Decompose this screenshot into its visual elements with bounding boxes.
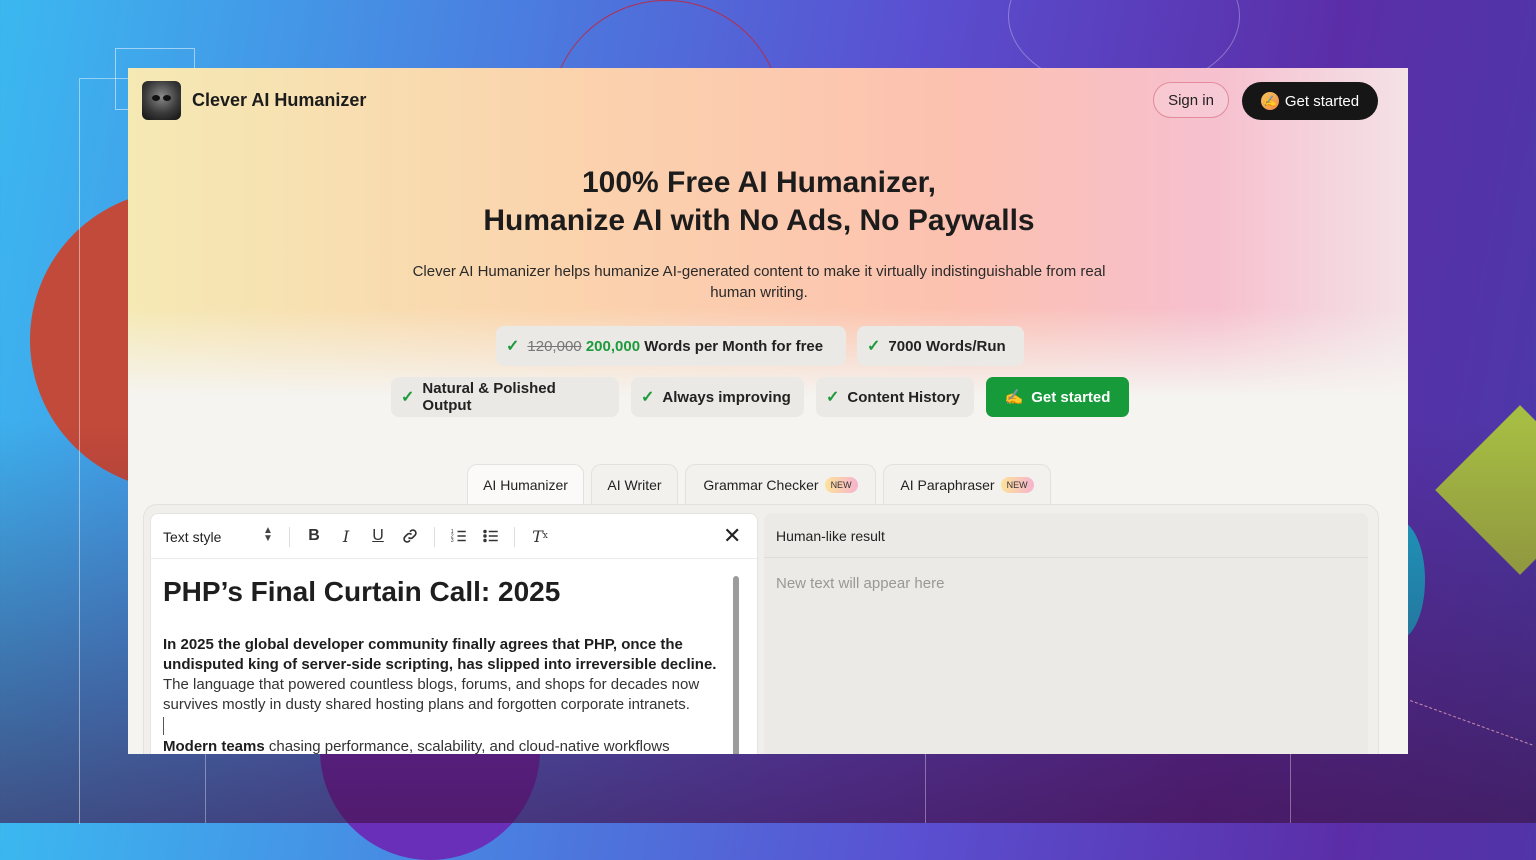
document-paragraph: In 2025 the global developer community f… xyxy=(163,635,723,754)
document-title: PHP’s Final Curtain Call: 2025 xyxy=(163,576,561,607)
bullet-list-icon[interactable] xyxy=(480,525,502,547)
editor-document[interactable]: PHP’s Final Curtain Call: 2025 In 2025 t… xyxy=(163,576,723,754)
check-icon: ✓ xyxy=(867,338,881,355)
underline-icon[interactable]: U xyxy=(367,525,389,547)
tab-ai-paraphraser[interactable]: AI Paraphraser NEW xyxy=(883,464,1051,504)
feature-pill-history: ✓ Content History xyxy=(816,377,974,417)
top-navbar: Clever AI Humanizer Sign in ✍ Get starte… xyxy=(128,68,1408,134)
brand-name[interactable]: Clever AI Humanizer xyxy=(192,90,366,111)
backdrop-line xyxy=(1290,754,1291,823)
get-started-button[interactable]: ✍ Get started xyxy=(1242,82,1378,120)
writing-hand-icon: ✍ xyxy=(1260,92,1279,110)
editor-toolbar: Text style ▲ ▼ B I U 123 Tx ✕ xyxy=(151,514,757,559)
toolbar-divider xyxy=(289,527,290,547)
paragraph-text: The language that powered countless blog… xyxy=(163,676,700,713)
chevron-updown-icon[interactable]: ▲ ▼ xyxy=(263,526,273,544)
italic-icon[interactable]: I xyxy=(335,525,357,547)
backdrop-line xyxy=(925,754,926,823)
result-title: Human-like result xyxy=(776,528,885,544)
paragraph-bold-text: In 2025 the global developer community f… xyxy=(163,636,717,673)
new-badge: NEW xyxy=(1000,476,1034,493)
tab-grammar-checker[interactable]: Grammar Checker NEW xyxy=(685,464,876,504)
paragraph-text: chasing performance, scalability, and cl… xyxy=(264,738,670,754)
close-icon[interactable]: ✕ xyxy=(723,523,741,549)
text-caret xyxy=(163,717,164,735)
sign-in-button[interactable]: Sign in xyxy=(1153,82,1229,118)
improving-label: Always improving xyxy=(662,388,791,406)
result-header: Human-like result xyxy=(764,513,1368,558)
logo-icon[interactable] xyxy=(142,81,181,120)
text-style-select[interactable]: Text style xyxy=(163,529,221,545)
tab-label: AI Writer xyxy=(607,476,662,493)
result-placeholder: New text will appear here xyxy=(776,575,945,592)
get-started-cta-button[interactable]: ✍️ Get started xyxy=(986,377,1129,417)
check-icon: ✓ xyxy=(826,389,840,406)
title-line-2: Humanize AI with No Ads, No Paywalls xyxy=(483,204,1035,237)
title-line-1: 100% Free AI Humanizer, xyxy=(581,166,937,199)
feature-pill-words: ✓ 120,000 200,000 Words per Month for fr… xyxy=(496,326,846,366)
page-title: 100% Free AI Humanizer, Humanize AI with… xyxy=(128,164,1390,240)
history-label: Content History xyxy=(847,388,960,406)
new-word-count: 200,000 xyxy=(585,337,641,355)
tab-label: Grammar Checker xyxy=(703,476,819,493)
tab-label: AI Humanizer xyxy=(483,476,568,493)
ordered-list-icon[interactable]: 123 xyxy=(448,525,470,547)
feature-pill-improving: ✓ Always improving xyxy=(631,377,804,417)
get-started-label: Get started xyxy=(1284,92,1360,110)
backdrop-frame xyxy=(79,78,130,824)
feature-pill-natural: ✓ Natural & Polished Output xyxy=(391,377,619,417)
tab-label: AI Paraphraser xyxy=(900,476,995,493)
toolbar-divider xyxy=(434,527,435,547)
check-icon: ✓ xyxy=(641,389,655,406)
result-panel: Human-like result New text will appear h… xyxy=(764,513,1368,754)
per-run-label: 7000 Words/Run xyxy=(888,337,1006,355)
tab-ai-humanizer[interactable]: AI Humanizer xyxy=(467,464,584,504)
check-icon: ✓ xyxy=(401,389,415,406)
input-editor[interactable]: Text style ▲ ▼ B I U 123 Tx ✕ PHP’s Final… xyxy=(150,513,758,754)
paragraph-bold-text: Modern teams xyxy=(163,738,265,754)
cta-label: Get started xyxy=(1031,388,1111,406)
bold-icon[interactable]: B xyxy=(303,525,325,547)
backdrop-line xyxy=(205,754,206,823)
page-subtitle: Clever AI Humanizer helps humanize AI-ge… xyxy=(412,263,1106,301)
app-window: Clever AI Humanizer Sign in ✍ Get starte… xyxy=(128,68,1408,754)
writing-hand-icon: ✍️ xyxy=(1004,389,1024,406)
feature-pill-per-run: ✓ 7000 Words/Run xyxy=(857,326,1024,366)
old-word-count: 120,000 xyxy=(527,337,582,355)
words-suffix: Words per Month for free xyxy=(644,337,824,355)
new-badge: NEW xyxy=(824,476,858,493)
editor-scrollbar[interactable] xyxy=(733,576,739,754)
check-icon: ✓ xyxy=(506,338,520,355)
natural-label: Natural & Polished Output xyxy=(422,380,556,414)
link-icon[interactable] xyxy=(399,525,421,547)
tab-ai-writer[interactable]: AI Writer xyxy=(591,464,678,504)
toolbar-divider xyxy=(514,527,515,547)
svg-text:3: 3 xyxy=(451,538,454,544)
clear-format-icon[interactable]: Tx xyxy=(529,525,551,547)
